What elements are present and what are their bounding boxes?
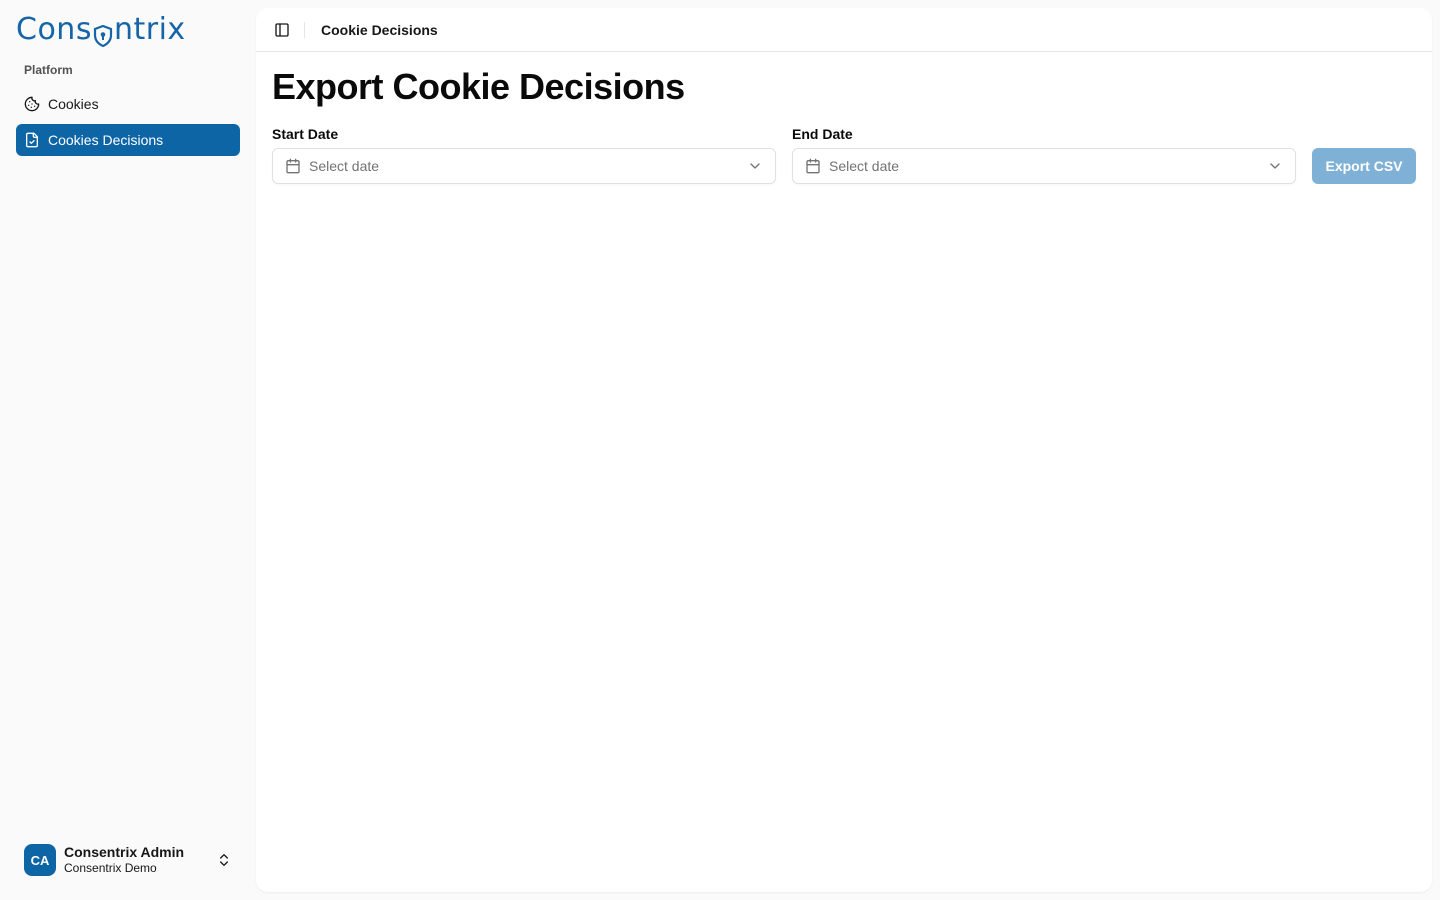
start-date-label: Start Date xyxy=(272,126,339,142)
user-org: Consentrix Demo xyxy=(64,861,157,875)
sidebar-item-label: Cookies xyxy=(48,96,99,112)
panel-left-icon xyxy=(274,22,290,38)
shield-lock-icon xyxy=(93,20,113,48)
sidebar-item-cookies-decisions[interactable]: Cookies Decisions xyxy=(16,124,240,156)
sidebar-item-label: Cookies Decisions xyxy=(48,132,164,148)
main-panel: Cookie Decisions Export Cookie Decisions… xyxy=(256,8,1432,892)
sidebar-nav: Cookies Cookies Decisions xyxy=(16,88,240,160)
user-info: Consentrix Admin Consentrix Demo xyxy=(64,844,216,876)
file-check-icon xyxy=(24,132,40,148)
top-bar: Cookie Decisions xyxy=(256,8,1432,52)
sidebar-item-cookies[interactable]: Cookies xyxy=(16,88,240,120)
start-date-placeholder: Select date xyxy=(309,158,380,174)
brand-logo[interactable]: Cons ntrix xyxy=(16,11,186,48)
user-menu[interactable]: CA Consentrix Admin Consentrix Demo xyxy=(16,836,240,884)
avatar: CA xyxy=(24,844,56,876)
chevrons-up-down-icon xyxy=(216,852,232,868)
cookie-icon xyxy=(24,96,40,112)
chevron-down-icon xyxy=(747,158,763,174)
calendar-icon xyxy=(805,158,821,174)
app-root: Cons ntrix Platform Cookies Cookies Deci… xyxy=(0,0,1440,900)
calendar-icon xyxy=(285,158,301,174)
sidebar-toggle-button[interactable] xyxy=(272,20,292,40)
sidebar-group-label: Platform xyxy=(24,63,73,77)
page-title: Export Cookie Decisions xyxy=(272,66,685,107)
breadcrumb: Cookie Decisions xyxy=(321,21,438,38)
start-date-picker[interactable]: Select date xyxy=(272,148,776,184)
export-csv-button[interactable]: Export CSV xyxy=(1312,148,1416,184)
end-date-placeholder: Select date xyxy=(829,158,900,174)
brand-name-prefix: Cons xyxy=(16,11,92,47)
user-name: Consentrix Admin xyxy=(64,844,185,860)
chevron-down-icon xyxy=(1267,158,1283,174)
sidebar: Cons ntrix Platform Cookies Cookies Deci… xyxy=(0,0,256,900)
end-date-picker[interactable]: Select date xyxy=(792,148,1296,184)
brand-name-suffix: ntrix xyxy=(113,11,186,47)
end-date-label: End Date xyxy=(792,126,853,142)
divider xyxy=(304,21,305,38)
